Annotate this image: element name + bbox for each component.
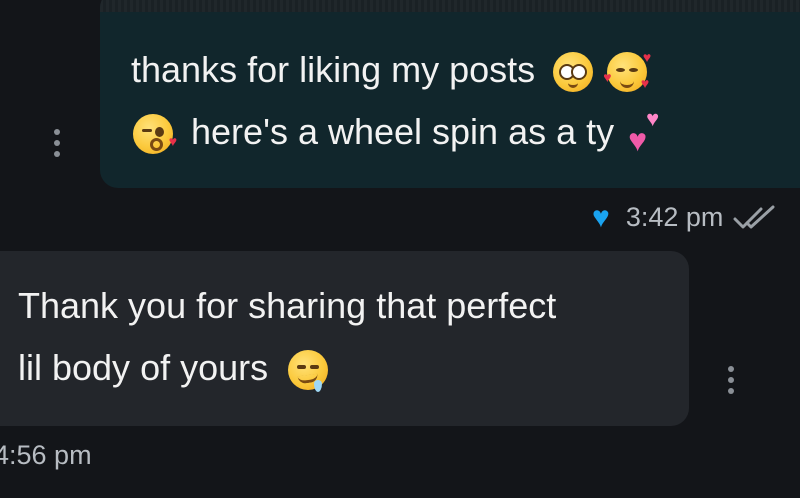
incoming-text-line-1: Thank you for sharing that perfect [18,285,557,326]
face-blowing-kiss-emoji: ♥ [133,114,177,155]
attached-image-preview[interactable] [100,0,800,12]
outgoing-message-options-button[interactable] [54,129,62,157]
blue-heart-reaction-icon[interactable]: ♥ [592,202,610,233]
outgoing-message-meta: ♥ 3:42 pm [592,202,779,233]
incoming-message-options-button[interactable] [728,366,736,394]
incoming-message-time: 4:56 pm [0,440,92,470]
outgoing-text-line-1: thanks for liking my posts [131,49,536,90]
incoming-message-line-1: Thank you for sharing that perfect [18,284,556,328]
two-hearts-emoji: ♥ ♥ [628,106,660,159]
outgoing-message-time: 3:42 pm [625,202,724,232]
incoming-text-line-2: lil body of yours [18,347,269,388]
outgoing-text-line-2: here's a wheel spin as a ty [191,111,615,152]
outgoing-message-line-2: ♥ here's a wheel spin as a ty ♥ ♥ [131,106,668,159]
outgoing-message-bubble[interactable] [100,0,800,188]
chat-screen: thanks for liking my posts ♥ ♥ ♥ ♥ here'… [0,0,800,498]
read-receipt-icon [733,205,779,231]
incoming-message-line-2: lil body of yours [18,346,330,393]
pleading-face-emoji [553,52,594,93]
incoming-message-bubble[interactable] [0,251,689,426]
drooling-face-emoji [288,350,329,393]
smiling-face-with-hearts-emoji: ♥ ♥ ♥ [603,49,652,93]
outgoing-message-line-1: thanks for liking my posts ♥ ♥ ♥ [131,48,652,93]
